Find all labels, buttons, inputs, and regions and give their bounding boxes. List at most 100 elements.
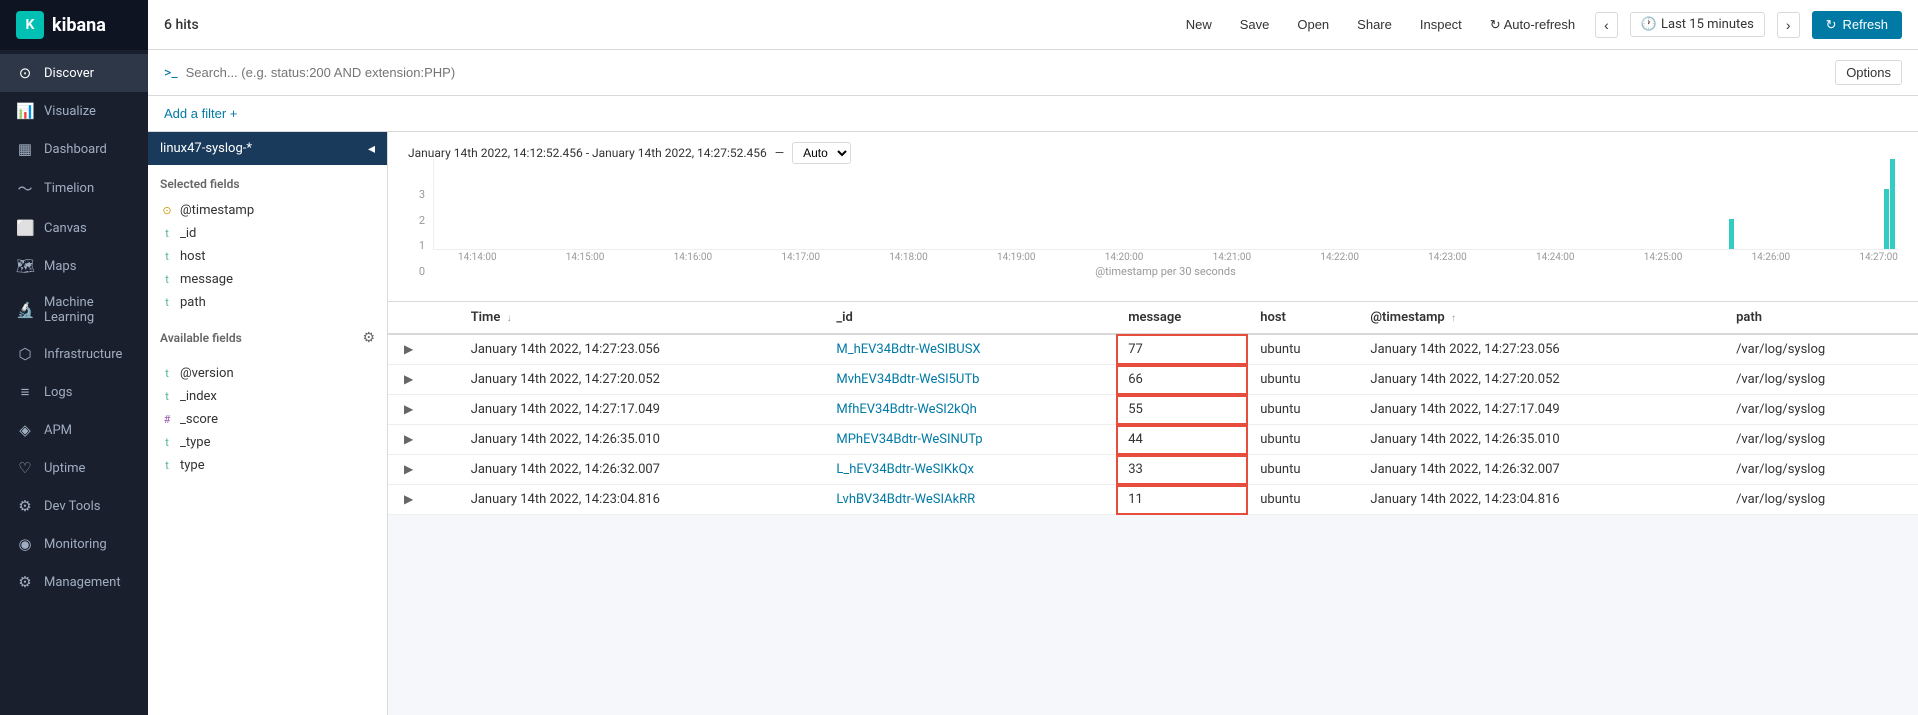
searchbar: >_ Options (148, 50, 1918, 96)
new-button[interactable]: New (1178, 13, 1220, 36)
time-prev-button[interactable]: ‹ (1595, 12, 1618, 38)
path-cell: /var/log/syslog (1724, 395, 1918, 425)
sidebar-item-timelion[interactable]: 〜 Timelion (0, 168, 148, 209)
infrastructure-icon: ⬡ (16, 345, 34, 363)
discover-icon: ⊙ (16, 64, 34, 82)
sidebar-item-label: Infrastructure (44, 347, 122, 362)
host-cell: ubuntu (1248, 334, 1358, 365)
sidebar-item-visualize[interactable]: 📊 Visualize (0, 92, 148, 130)
field-item-index[interactable]: t _index (148, 385, 387, 408)
save-button[interactable]: Save (1232, 13, 1278, 36)
timestamp-cell: January 14th 2022, 14:27:23.056 (1358, 334, 1724, 365)
field-type-text-icon: t (160, 367, 174, 380)
chart-y-axis: 3 2 1 0 (408, 188, 433, 278)
options-button[interactable]: Options (1835, 60, 1902, 85)
sidebar-item-logs[interactable]: ≡ Logs (0, 373, 148, 411)
time-cell: January 14th 2022, 14:27:20.052 (459, 365, 825, 395)
th-time[interactable]: Time ↓ (459, 302, 825, 334)
message-cell: 33 (1116, 455, 1248, 485)
refresh-button[interactable]: ↻ Refresh (1812, 11, 1902, 39)
th-path[interactable]: path (1724, 302, 1918, 334)
expand-button[interactable]: ▶ (400, 342, 417, 356)
chart-x-labels: 14:14:0014:15:0014:16:0014:17:0014:18:00… (433, 250, 1898, 263)
field-item-version[interactable]: t @version (148, 362, 387, 385)
sidebar-item-label: Machine Learning (44, 295, 132, 325)
results-table: Time ↓ _id message host @timestamp ↑ pat… (388, 302, 1918, 515)
inspect-button[interactable]: Inspect (1412, 13, 1470, 36)
sidebar-item-management[interactable]: ⚙ Management (0, 563, 148, 601)
sidebar-item-dashboard[interactable]: ▦ Dashboard (0, 130, 148, 168)
search-input[interactable] (186, 65, 1828, 80)
auto-refresh-button[interactable]: ↻ Auto-refresh (1482, 13, 1583, 37)
sidebar: K kibana ⊙ Discover 📊 Visualize ▦ Dashbo… (0, 0, 148, 715)
th-expand (388, 302, 459, 334)
field-item-score[interactable]: # _score (148, 408, 387, 431)
sidebar-item-maps[interactable]: 🗺 Maps (0, 247, 148, 285)
share-button[interactable]: Share (1349, 13, 1400, 36)
field-item-path[interactable]: t path (148, 291, 387, 314)
field-type-text-icon: t (160, 296, 174, 309)
th-id[interactable]: _id (824, 302, 1116, 334)
sidebar-item-apm[interactable]: ◈ APM (0, 411, 148, 449)
canvas-icon: ⬜ (16, 219, 34, 237)
th-host[interactable]: host (1248, 302, 1358, 334)
sidebar-item-infrastructure[interactable]: ⬡ Infrastructure (0, 335, 148, 373)
refresh-icon: ↻ (1490, 17, 1501, 32)
host-cell: ubuntu (1248, 395, 1358, 425)
timestamp-cell: January 14th 2022, 14:27:20.052 (1358, 365, 1724, 395)
field-item-type[interactable]: t _type (148, 431, 387, 454)
sidebar-nav: ⊙ Discover 📊 Visualize ▦ Dashboard 〜 Tim… (0, 50, 148, 715)
sidebar-item-label: Uptime (44, 461, 85, 476)
filterbar: Add a filter + (148, 96, 1918, 132)
timelion-icon: 〜 (16, 178, 34, 199)
expand-button[interactable]: ▶ (400, 462, 417, 476)
field-item-timestamp[interactable]: ⊙ @timestamp (148, 199, 387, 222)
field-item-host[interactable]: t host (148, 245, 387, 268)
expand-button[interactable]: ▶ (400, 492, 417, 506)
timestamp-cell: January 14th 2022, 14:27:17.049 (1358, 395, 1724, 425)
th-timestamp[interactable]: @timestamp ↑ (1358, 302, 1724, 334)
sidebar-item-canvas[interactable]: ⬜ Canvas (0, 209, 148, 247)
id-cell: MvhEV34Bdtr-WeSI5UTb (824, 365, 1116, 395)
time-range-picker[interactable]: 🕐 Last 15 minutes (1630, 12, 1765, 37)
field-type-hash-icon: # (160, 413, 174, 426)
field-item-message[interactable]: t message (148, 268, 387, 291)
time-next-button[interactable]: › (1777, 12, 1800, 38)
collapse-button[interactable]: ◂ (368, 140, 375, 157)
sidebar-item-label: Management (44, 575, 121, 590)
table-row: ▶ January 14th 2022, 14:27:23.056 M_hEV3… (388, 334, 1918, 365)
host-cell: ubuntu (1248, 365, 1358, 395)
expand-button[interactable]: ▶ (400, 432, 417, 446)
field-item-type2[interactable]: t type (148, 454, 387, 477)
field-item-id[interactable]: t _id (148, 222, 387, 245)
expand-cell: ▶ (388, 455, 459, 485)
sidebar-item-dev-tools[interactable]: ⚙ Dev Tools (0, 487, 148, 525)
sidebar-item-monitoring[interactable]: ◉ Monitoring (0, 525, 148, 563)
apm-icon: ◈ (16, 421, 34, 439)
table-row: ▶ January 14th 2022, 14:26:35.010 MPhEV3… (388, 425, 1918, 455)
expand-button[interactable]: ▶ (400, 402, 417, 416)
expand-cell: ▶ (388, 365, 459, 395)
sidebar-item-label: Logs (44, 385, 72, 400)
app-name: kibana (52, 15, 106, 36)
sidebar-item-machine-learning[interactable]: 🔬 Machine Learning (0, 285, 148, 335)
chart-bar (1890, 159, 1895, 249)
host-cell: ubuntu (1248, 485, 1358, 515)
sidebar-item-uptime[interactable]: ♡ Uptime (0, 449, 148, 487)
th-message[interactable]: message (1116, 302, 1248, 334)
expand-cell: ▶ (388, 425, 459, 455)
monitoring-icon: ◉ (16, 535, 34, 553)
devtools-icon: ⚙ (16, 497, 34, 515)
open-button[interactable]: Open (1289, 13, 1337, 36)
expand-cell: ▶ (388, 485, 459, 515)
add-filter-button[interactable]: Add a filter + (164, 106, 237, 121)
topbar: 6 hits New Save Open Share Inspect ↻ Aut… (148, 0, 1918, 50)
time-cell: January 14th 2022, 14:27:17.049 (459, 395, 825, 425)
index-pattern[interactable]: linux47-syslog-* ◂ (148, 132, 387, 165)
settings-icon[interactable]: ⚙ (362, 330, 375, 346)
time-cell: January 14th 2022, 14:26:32.007 (459, 455, 825, 485)
id-cell: MfhEV34Bdtr-WeSI2kQh (824, 395, 1116, 425)
sidebar-item-label: Monitoring (44, 537, 107, 552)
expand-button[interactable]: ▶ (400, 372, 417, 386)
sidebar-item-discover[interactable]: ⊙ Discover (0, 54, 148, 92)
